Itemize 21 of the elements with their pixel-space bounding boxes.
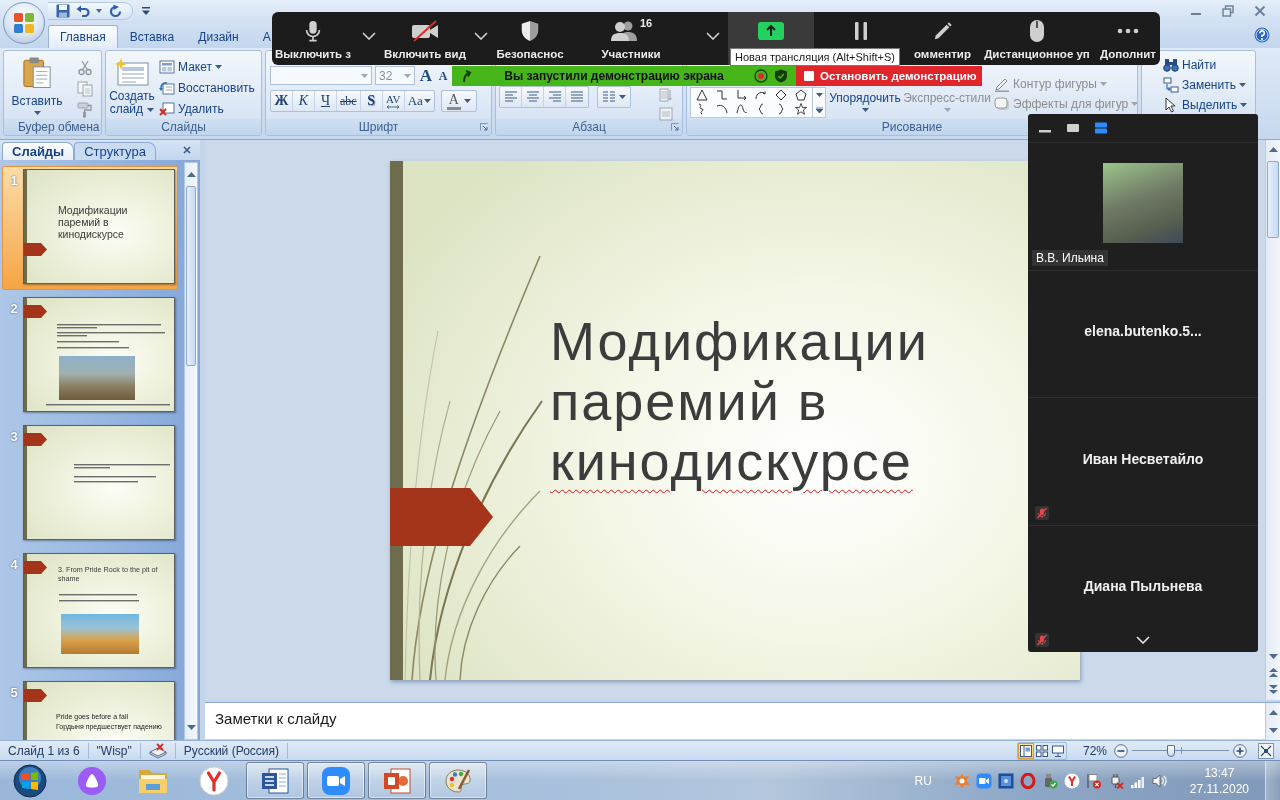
slide-number: 2 <box>9 300 19 316</box>
theme-name: "Wisp" <box>95 743 133 758</box>
group-label: Рисование <box>881 120 943 134</box>
share-status-message: Вы запустили демонстрацию экрана <box>503 69 725 83</box>
group-label: Буфер обмена <box>18 120 100 134</box>
slide-number: 3 <box>9 428 19 444</box>
participant-name: В.В. Ильина <box>1032 249 1108 266</box>
slide-number: 5 <box>9 684 19 700</box>
slide-title: Модификации паремий в кинодискурсе <box>550 310 930 491</box>
participant-name: Диана Пыльнева <box>1083 578 1203 595</box>
shortcut-tooltip: Новая трансляция (Alt+Shift+S) <box>730 48 900 66</box>
slide-number: 1 <box>9 172 19 188</box>
thumbnail-title: Модификации паремий в кинодискурсе <box>58 204 129 240</box>
group-label: Абзац <box>572 120 606 134</box>
group-label: Слайды <box>161 120 206 134</box>
slide-number: 4 <box>9 556 19 572</box>
slide-position: Слайд 1 из 6 <box>7 743 81 758</box>
participant-name: Иван Несветайло <box>1082 450 1204 467</box>
participant-count: 16 <box>639 18 653 29</box>
participant-name: elena.butenko.5... <box>1084 323 1202 340</box>
group-label: Шрифт <box>358 120 399 134</box>
